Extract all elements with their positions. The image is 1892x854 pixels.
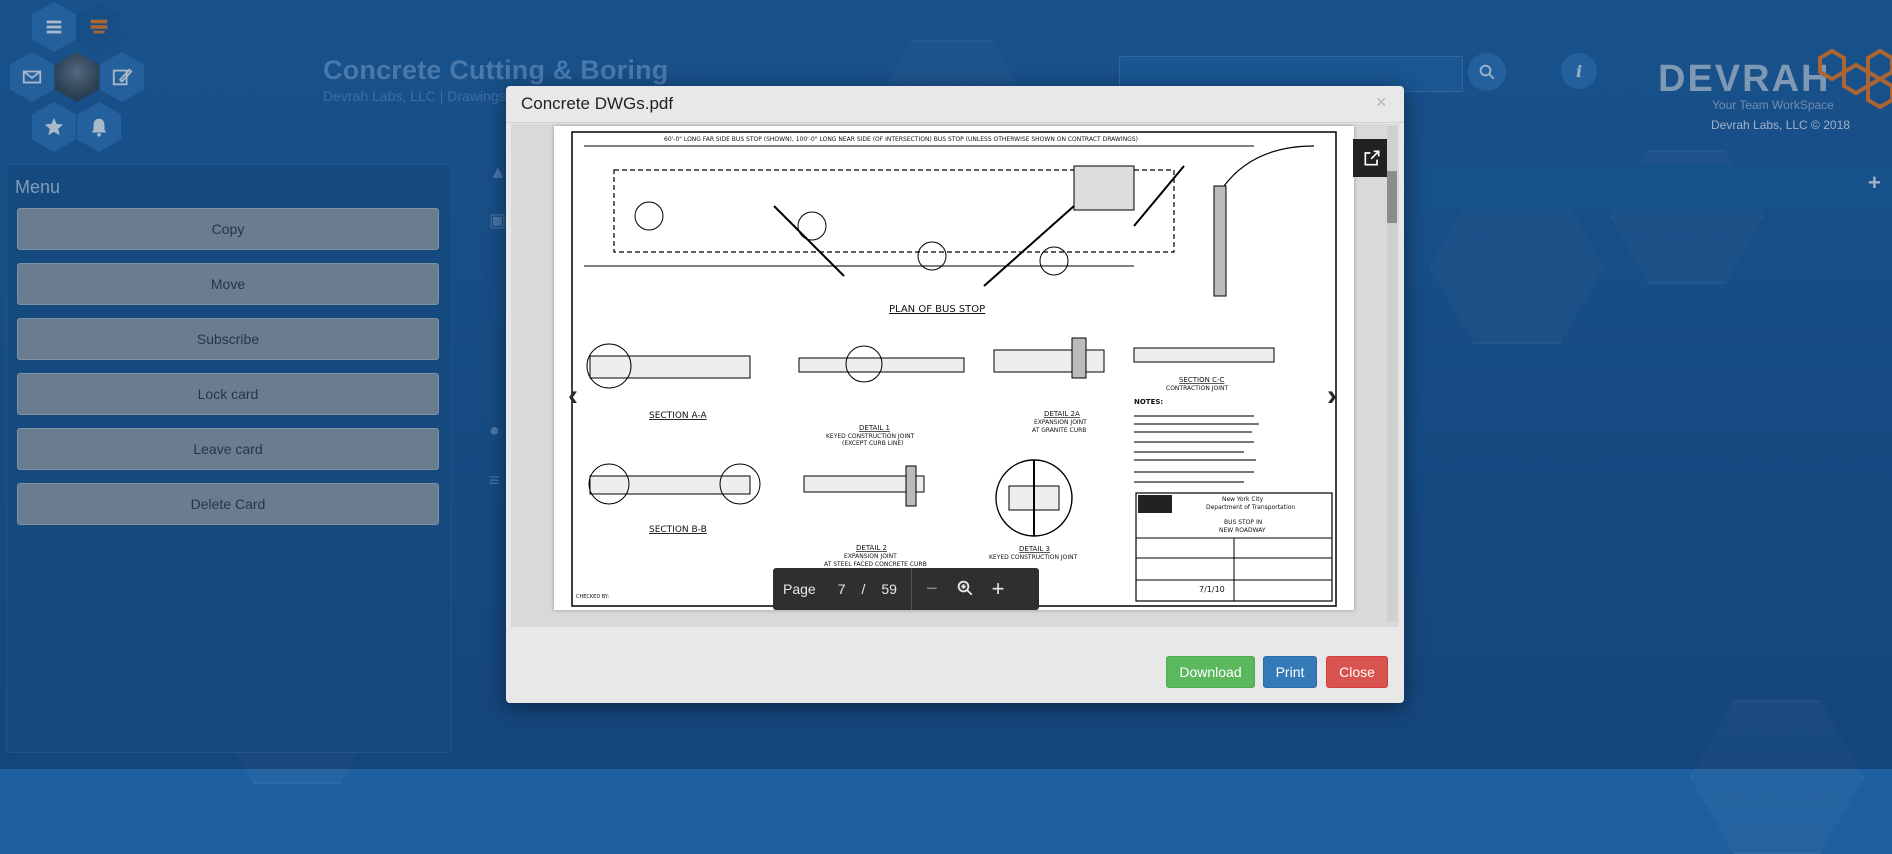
zoom-in-icon[interactable]: + [992, 576, 1005, 602]
close-icon[interactable]: × [1376, 92, 1387, 113]
detail2a-sub2: AT GRANITE CURB [1032, 427, 1086, 434]
page-separator: / [861, 581, 866, 597]
close-button[interactable]: Close [1326, 656, 1388, 688]
drawing-top-note: 60'-0" LONG FAR SIDE BUS STOP (SHOWN), 1… [664, 136, 1138, 143]
print-button[interactable]: Print [1263, 656, 1317, 688]
detail2a-sub: EXPANSION JOINT [1034, 419, 1087, 426]
prev-page-icon[interactable]: ‹ [568, 379, 578, 413]
agency-dept: Department of Transportation [1206, 504, 1295, 511]
download-button[interactable]: Download [1166, 656, 1255, 688]
checked-by: CHECKED BY: [576, 594, 609, 600]
section-cc-title: SECTION C-C [1179, 376, 1224, 384]
current-page-input[interactable]: 7 [838, 581, 846, 597]
detail2-title: DETAIL 2 [856, 544, 887, 552]
modal-header: Concrete DWGs.pdf × [506, 86, 1404, 123]
drawing-date: 7/1/10 [1199, 585, 1225, 594]
modal-title: Concrete DWGs.pdf [521, 94, 674, 113]
section-aa-title: SECTION A-A [649, 411, 708, 421]
plan-title: PLAN OF BUS STOP [889, 304, 985, 315]
zoom-icon[interactable] [956, 579, 974, 600]
scrollbar[interactable] [1387, 126, 1397, 621]
external-link-icon [1364, 150, 1380, 166]
pdf-viewer[interactable]: 60'-0" LONG FAR SIDE BUS STOP (SHOWN), 1… [511, 124, 1399, 627]
sheet-title-2: NEW ROADWAY [1219, 527, 1266, 534]
agency-name: New York City [1222, 496, 1264, 503]
detail2a-title: DETAIL 2A [1044, 410, 1080, 418]
section-cc-sub: CONTRACTION JOINT [1166, 385, 1228, 392]
next-page-icon[interactable]: › [1327, 379, 1337, 413]
detail3-sub: KEYED CONSTRUCTION JOINT [989, 554, 1078, 561]
detail1-title: DETAIL 1 [859, 424, 890, 432]
pdf-viewer-modal: Concrete DWGs.pdf × 60'-0" LONG FAR SIDE… [506, 86, 1404, 703]
drawing-sheet: 60'-0" LONG FAR SIDE BUS STOP (SHOWN), 1… [571, 131, 1337, 607]
sheet-title: BUS STOP IN [1224, 519, 1262, 526]
detail1-sub: KEYED CONSTRUCTION JOINT [826, 433, 915, 440]
open-external-button[interactable] [1353, 139, 1391, 177]
notes-title: NOTES: [1134, 398, 1163, 406]
pdf-page: 60'-0" LONG FAR SIDE BUS STOP (SHOWN), 1… [554, 126, 1354, 610]
toolbar-divider [910, 568, 912, 610]
detail2-sub2: AT STEEL FACED CONCRETE CURB [824, 561, 927, 568]
zoom-out-icon[interactable]: − [926, 578, 938, 601]
detail2-sub: EXPANSION JOINT [844, 553, 897, 560]
total-pages: 59 [881, 581, 897, 597]
page-toolbar: Page 7 / 59 − + [773, 568, 1039, 610]
detail1-sub2: (EXCEPT CURB LINE) [842, 440, 903, 447]
section-bb-title: SECTION B-B [649, 525, 707, 535]
page-label: Page [783, 581, 816, 597]
detail3-title: DETAIL 3 [1019, 545, 1050, 553]
scrollbar-thumb[interactable] [1387, 171, 1397, 223]
